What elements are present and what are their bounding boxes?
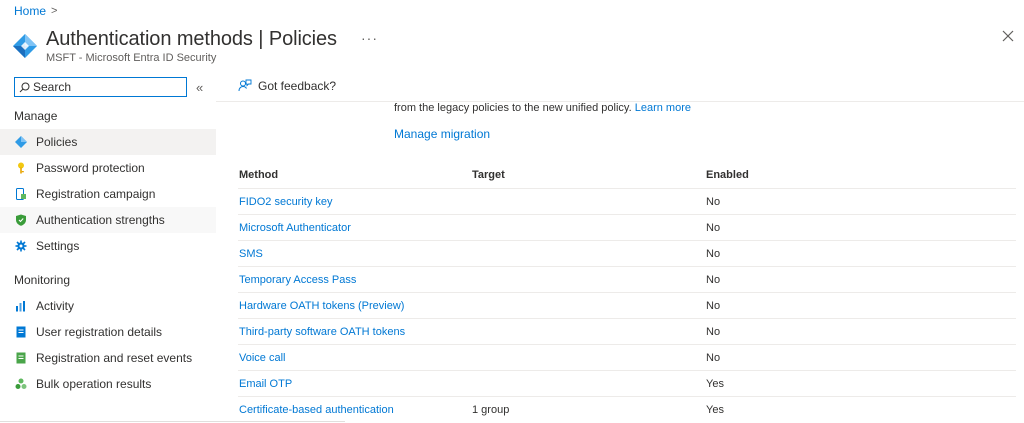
- authentication-methods-icon: [13, 34, 37, 58]
- enabled-cell: No: [706, 325, 721, 338]
- method-link[interactable]: SMS: [239, 248, 263, 260]
- sidebar-item-label: Policies: [36, 135, 78, 149]
- close-icon[interactable]: [1000, 28, 1016, 44]
- method-link[interactable]: Temporary Access Pass: [239, 274, 356, 286]
- bar-chart-icon: [14, 299, 28, 313]
- command-bar: Got feedback?: [216, 72, 1024, 102]
- sidebar-item-policies[interactable]: Policies: [0, 129, 216, 155]
- table-row: Temporary Access Pass No: [238, 267, 1016, 293]
- shield-icon: [14, 213, 28, 227]
- sidebar-item-label: Activity: [36, 299, 75, 313]
- breadcrumb: Home >: [14, 4, 57, 18]
- gear-icon: [14, 239, 28, 253]
- enabled-cell: No: [706, 351, 721, 364]
- enabled-cell: Yes: [706, 377, 724, 390]
- sidebar-item-label: Settings: [36, 239, 80, 253]
- enabled-cell: No: [706, 299, 721, 312]
- collapse-sidebar-button[interactable]: «: [196, 80, 203, 95]
- sidebar-item-label: User registration details: [36, 325, 163, 339]
- sidebar-item-activity[interactable]: Activity: [0, 293, 216, 319]
- people-icon: [14, 377, 28, 391]
- column-header-method: Method: [239, 169, 279, 181]
- enabled-cell: No: [706, 273, 721, 286]
- monitoring-heading: Monitoring: [14, 273, 71, 287]
- table-row: Hardware OATH tokens (Preview) No: [238, 293, 1016, 319]
- table-row: Voice call No: [238, 345, 1016, 371]
- table-row: Email OTP Yes: [238, 371, 1016, 397]
- breadcrumb-separator: >: [51, 5, 58, 17]
- document-icon: [14, 325, 28, 339]
- search-icon: [19, 82, 30, 92]
- method-link[interactable]: Microsoft Authenticator: [239, 222, 351, 234]
- sidebar-item-settings[interactable]: Settings: [0, 233, 216, 259]
- table-row: SMS No: [238, 241, 1016, 267]
- sidebar-item-label: Password protection: [36, 161, 145, 175]
- feedback-icon: [238, 79, 252, 92]
- enabled-cell: No: [706, 221, 721, 234]
- key-icon: [14, 161, 28, 175]
- breadcrumb-home-link[interactable]: Home: [14, 4, 46, 18]
- more-options-button[interactable]: ···: [361, 30, 378, 46]
- page-header: Authentication methods | Policies MSFT -…: [12, 27, 337, 64]
- device-icon: [14, 187, 28, 201]
- sidebar-search: «: [14, 77, 203, 97]
- sidebar-item-bulk-operation-results[interactable]: Bulk operation results: [0, 371, 216, 397]
- sidebar-item-registration-campaign[interactable]: Registration campaign: [0, 181, 216, 207]
- search-box[interactable]: [14, 77, 187, 97]
- method-link[interactable]: Hardware OATH tokens (Preview): [239, 300, 404, 312]
- intro-text: from the legacy policies to the new unif…: [394, 102, 632, 114]
- sidebar-item-label: Registration campaign: [36, 187, 156, 201]
- sidebar-item-label: Authentication strengths: [36, 213, 165, 227]
- table-header-row: Method Target Enabled: [238, 162, 1016, 189]
- manage-migration-link[interactable]: Manage migration: [394, 127, 490, 141]
- table-row: FIDO2 security key No: [238, 189, 1016, 215]
- enabled-cell: No: [706, 195, 721, 208]
- sidebar-item-authentication-strengths[interactable]: Authentication strengths: [0, 207, 216, 233]
- page-title: Authentication methods | Policies: [46, 28, 337, 50]
- target-cell: 1 group: [472, 404, 510, 416]
- sidebar-item-user-registration-details[interactable]: User registration details: [0, 319, 216, 345]
- migration-intro-text: from the legacy policies to the new unif…: [394, 102, 691, 114]
- method-link[interactable]: Voice call: [239, 352, 285, 364]
- sidebar-item-label: Registration and reset events: [36, 351, 193, 365]
- learn-more-link[interactable]: Learn more: [635, 102, 691, 114]
- methods-table: Method Target Enabled FIDO2 security key…: [238, 162, 1016, 423]
- method-link[interactable]: Third-party software OATH tokens: [239, 326, 405, 338]
- sidebar-item-password-protection[interactable]: Password protection: [0, 155, 216, 181]
- diamond-icon: [14, 135, 28, 149]
- page-subtitle: MSFT - Microsoft Entra ID Security: [46, 52, 217, 64]
- column-header-target: Target: [472, 169, 505, 181]
- table-row: Microsoft Authenticator No: [238, 215, 1016, 241]
- sidebar-item-registration-and-reset-events[interactable]: Registration and reset events: [0, 345, 216, 371]
- manage-heading: Manage: [14, 109, 58, 123]
- column-header-enabled: Enabled: [706, 169, 749, 181]
- table-row: Third-party software OATH tokens No: [238, 319, 1016, 345]
- table-row: Certificate-based authentication 1 group…: [238, 397, 1016, 423]
- method-link[interactable]: Email OTP: [239, 378, 292, 390]
- method-link[interactable]: Certificate-based authentication: [239, 404, 394, 416]
- enabled-cell: Yes: [706, 404, 724, 416]
- feedback-button[interactable]: Got feedback?: [238, 79, 336, 93]
- sidebar-item-label: Bulk operation results: [36, 377, 152, 391]
- search-input[interactable]: [33, 80, 183, 94]
- enabled-cell: No: [706, 247, 721, 260]
- sidebar: « Manage Policies Password protection Re…: [0, 72, 216, 423]
- log-icon: [14, 351, 28, 365]
- method-link[interactable]: FIDO2 security key: [239, 196, 333, 208]
- feedback-label: Got feedback?: [258, 79, 337, 93]
